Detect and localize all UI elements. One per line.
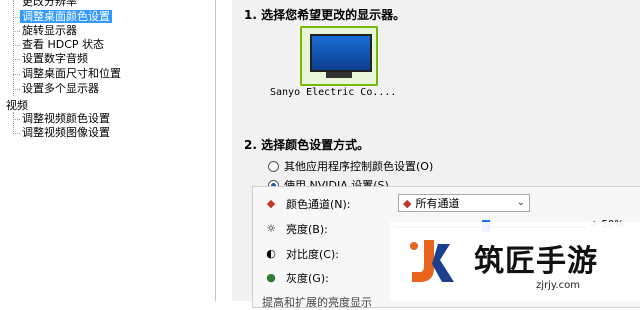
nav-item-multiple-displays[interactable]: 设置多个显示器 <box>22 82 99 95</box>
navigation-tree: 更改分辨率 调整桌面颜色设置 旋转显示器 查看 HDCP 状态 设置数字音频 调… <box>0 0 216 301</box>
contrast-icon: ◐ <box>266 247 276 260</box>
tree-connector-tick <box>13 133 20 135</box>
tree-connector-line <box>13 0 15 96</box>
watermark-brand: 筑匠手游 <box>474 244 598 279</box>
nav-category-video[interactable]: 视频 <box>6 99 28 112</box>
nav-item-video-image[interactable]: 调整视频图像设置 <box>22 126 110 139</box>
monitor-icon <box>310 34 372 72</box>
tree-connector-tick <box>13 17 20 19</box>
radio-other-app-label: 其他应用程序控制颜色设置(O) <box>284 160 434 173</box>
brightness-label: 亮度(B): <box>286 223 328 236</box>
color-channel-dropdown[interactable]: ◆ 所有通道 ⌄ <box>398 194 530 212</box>
tree-connector-tick <box>13 89 20 91</box>
watermark-url: zjrjy.com <box>536 280 580 291</box>
contrast-label: 对比度(C): <box>286 248 339 261</box>
tree-connector-tick <box>13 31 20 33</box>
nav-item-desktop-color[interactable]: 调整桌面颜色设置 <box>20 10 112 23</box>
nav-item-desktop-size[interactable]: 调整桌面尺寸和位置 <box>22 67 121 80</box>
nav-item-change-resolution[interactable]: 更改分辨率 <box>22 0 77 8</box>
nav-item-rotate-display[interactable]: 旋转显示器 <box>22 24 77 37</box>
gamma-label: 灰度(G): <box>286 272 329 285</box>
radio-other-app[interactable]: 其他应用程序控制颜色设置(O) <box>268 158 433 174</box>
brightness-row: ☼ 亮度(B): <box>264 221 328 237</box>
contrast-row: ◐ 对比度(C): <box>264 246 339 262</box>
radio-button-icon <box>268 160 279 172</box>
monitor-stand-icon <box>326 72 352 78</box>
monitor-label: Sanyo Electric Co.... <box>270 87 397 98</box>
chevron-down-icon: ⌄ <box>516 197 525 208</box>
brand-logo-icon <box>410 240 454 282</box>
nav-item-digital-audio[interactable]: 设置数字音频 <box>22 52 88 65</box>
watermark: 筑匠手游 zjrjy.com <box>390 222 640 301</box>
color-channel-label: 颜色通道(N): <box>286 198 351 211</box>
partially-hidden-text: 提高和扩展的亮度显示 <box>262 296 372 309</box>
rgb-circles-icon: ● <box>266 271 276 284</box>
sun-icon: ☼ <box>266 222 276 235</box>
step2-title: 2. 选择颜色设置方式。 <box>244 138 370 152</box>
monitor-tile[interactable] <box>300 26 378 86</box>
nav-item-video-color[interactable]: 调整视频颜色设置 <box>22 112 110 125</box>
nav-item-hdcp-status[interactable]: 查看 HDCP 状态 <box>22 38 104 51</box>
tree-connector-tick <box>13 119 20 121</box>
gamma-row: ● 灰度(G): <box>264 270 329 286</box>
rgb-diamond-icon: ◆ <box>403 196 412 210</box>
color-channel-value: 所有通道 <box>415 197 460 210</box>
tree-connector-tick <box>13 74 20 76</box>
step1-title: 1. 选择您希望更改的显示器。 <box>244 8 406 22</box>
tree-connector-tick <box>13 59 20 61</box>
color-channel-row: ◆ 颜色通道(N): <box>264 196 351 212</box>
rgb-diamond-icon: ◆ <box>266 197 276 210</box>
tree-connector-tick <box>13 45 20 47</box>
tree-connector-line <box>13 112 15 134</box>
